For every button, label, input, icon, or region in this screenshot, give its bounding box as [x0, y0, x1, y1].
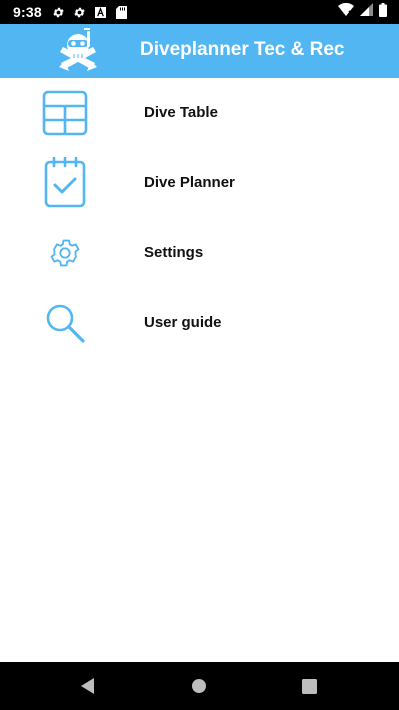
table-grid-icon: [38, 87, 92, 139]
signal-icon: [360, 3, 373, 21]
back-icon[interactable]: [76, 674, 100, 698]
battery-icon: [379, 2, 387, 22]
menu-item-settings[interactable]: Settings: [0, 218, 399, 288]
recents-icon[interactable]: [297, 674, 321, 698]
wifi-icon: [338, 2, 354, 21]
main-menu: Dive Table Dive Planner Settings User gu…: [0, 78, 399, 358]
menu-item-dive-table[interactable]: Dive Table: [0, 78, 399, 148]
gear-icon: [38, 227, 92, 279]
gear-icon: [72, 5, 87, 20]
calendar-check-icon: [38, 157, 92, 209]
magnifier-icon: [38, 297, 92, 349]
status-right-icons: [338, 2, 387, 22]
app-screen: 9:38 Diveplanner Tec & Rec Dive Table Di…: [0, 0, 399, 710]
font-a-icon: [93, 5, 108, 20]
menu-item-label: Settings: [144, 244, 204, 261]
menu-item-dive-planner[interactable]: Dive Planner: [0, 148, 399, 218]
app-bar: Diveplanner Tec & Rec: [0, 24, 399, 78]
menu-item-user-guide[interactable]: User guide: [0, 288, 399, 358]
gear-icon: [51, 5, 66, 20]
home-icon[interactable]: [187, 674, 211, 698]
menu-item-label: Dive Table: [144, 104, 218, 121]
system-nav-bar: [0, 662, 399, 710]
menu-item-label: Dive Planner: [144, 174, 235, 191]
status-time: 9:38: [13, 4, 42, 20]
diver-skull-logo-icon: [57, 27, 99, 75]
app-title: Diveplanner Tec & Rec: [140, 39, 345, 60]
menu-item-label: User guide: [144, 314, 222, 331]
status-bar: 9:38: [0, 0, 399, 24]
sd-card-icon: [114, 5, 129, 20]
